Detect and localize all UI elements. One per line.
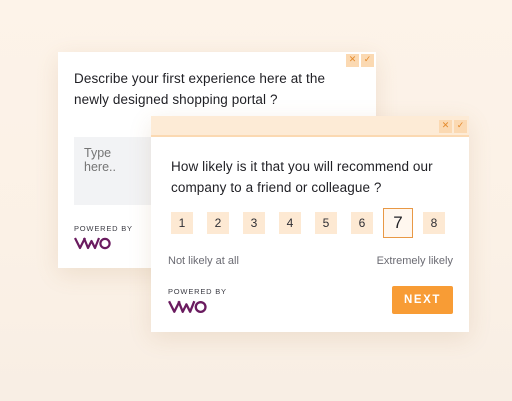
powered-by-label: POWERED BY	[168, 287, 227, 296]
close-icon[interactable]: ✕	[346, 54, 359, 67]
rating-scale: 1 2 3 4 5 6 7 8	[171, 208, 459, 238]
rating-option-1[interactable]: 1	[171, 212, 193, 234]
scale-label-low: Not likely at all	[168, 255, 239, 267]
rating-option-8[interactable]: 8	[423, 212, 445, 234]
rating-option-6[interactable]: 6	[351, 212, 373, 234]
rating-option-2[interactable]: 2	[207, 212, 229, 234]
survey-question: How likely is it that you will recommend…	[171, 159, 433, 195]
scale-label-high: Extremely likely	[376, 255, 453, 267]
powered-by-label: POWERED BY	[74, 224, 133, 233]
survey-widget-nps: ✕ ✓ How likely is it that you will recom…	[151, 116, 469, 332]
rating-option-5[interactable]: 5	[315, 212, 337, 234]
powered-by: POWERED BY	[168, 287, 227, 314]
close-icon[interactable]: ✕	[439, 120, 452, 133]
survey-question: Describe your first experience here at t…	[74, 71, 326, 107]
rating-option-7-selected[interactable]: 7	[383, 208, 413, 238]
vwo-logo	[168, 300, 207, 314]
rating-option-3[interactable]: 3	[243, 212, 265, 234]
vwo-logo	[74, 237, 111, 250]
next-button[interactable]: NEXT	[392, 286, 453, 314]
powered-by: POWERED BY	[74, 224, 133, 250]
window-controls: ✕ ✓	[346, 54, 374, 67]
rating-option-4[interactable]: 4	[279, 212, 301, 234]
minimize-icon[interactable]: ✓	[454, 120, 467, 133]
widget-header-bar: ✕ ✓	[151, 116, 469, 137]
window-controls: ✕ ✓	[439, 120, 467, 133]
answer-textarea[interactable]	[74, 137, 152, 205]
minimize-icon[interactable]: ✓	[361, 54, 374, 67]
